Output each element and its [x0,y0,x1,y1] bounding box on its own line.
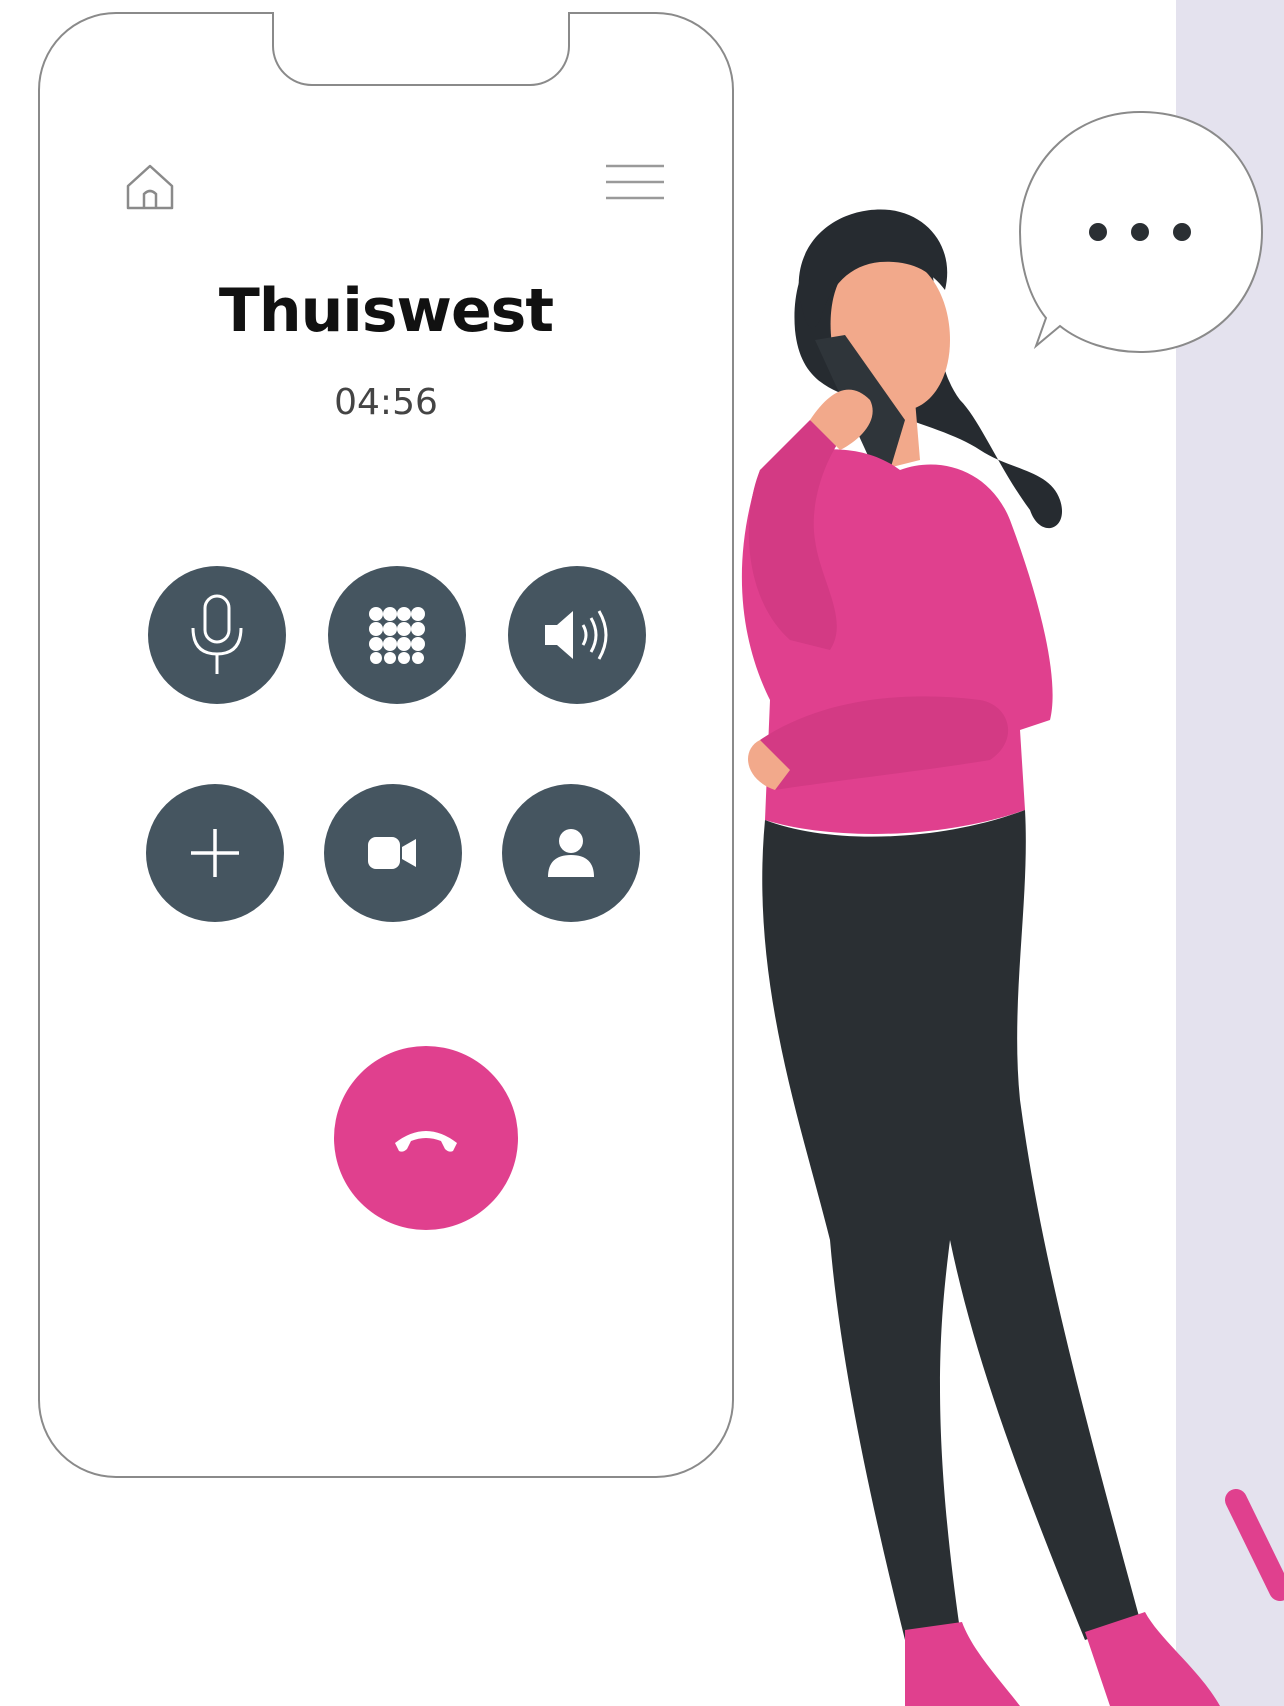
microphone-icon [191,594,243,674]
call-timer: 04:56 [334,382,438,423]
end-call-button[interactable] [334,1046,518,1230]
contacts-button[interactable] [502,784,640,922]
add-call-button[interactable] [146,784,284,922]
video-call-button[interactable] [324,784,462,922]
mute-button[interactable] [148,566,286,704]
speaker-icon [545,610,608,660]
phone-frame: Thuiswest 04:56 [38,12,734,1478]
phone-notch [272,12,570,86]
keypad-icon [369,607,425,664]
side-panel [1176,0,1284,1706]
home-icon[interactable] [122,158,178,214]
contact-icon [548,829,594,877]
hamburger-menu-icon[interactable] [604,162,666,206]
video-camera-icon [368,837,416,869]
keypad-button[interactable] [328,566,466,704]
contact-name: Thuiswest [218,276,554,346]
speaker-button[interactable] [508,566,646,704]
phone-hangup-icon [395,1131,457,1152]
add-call-icon [191,829,239,877]
